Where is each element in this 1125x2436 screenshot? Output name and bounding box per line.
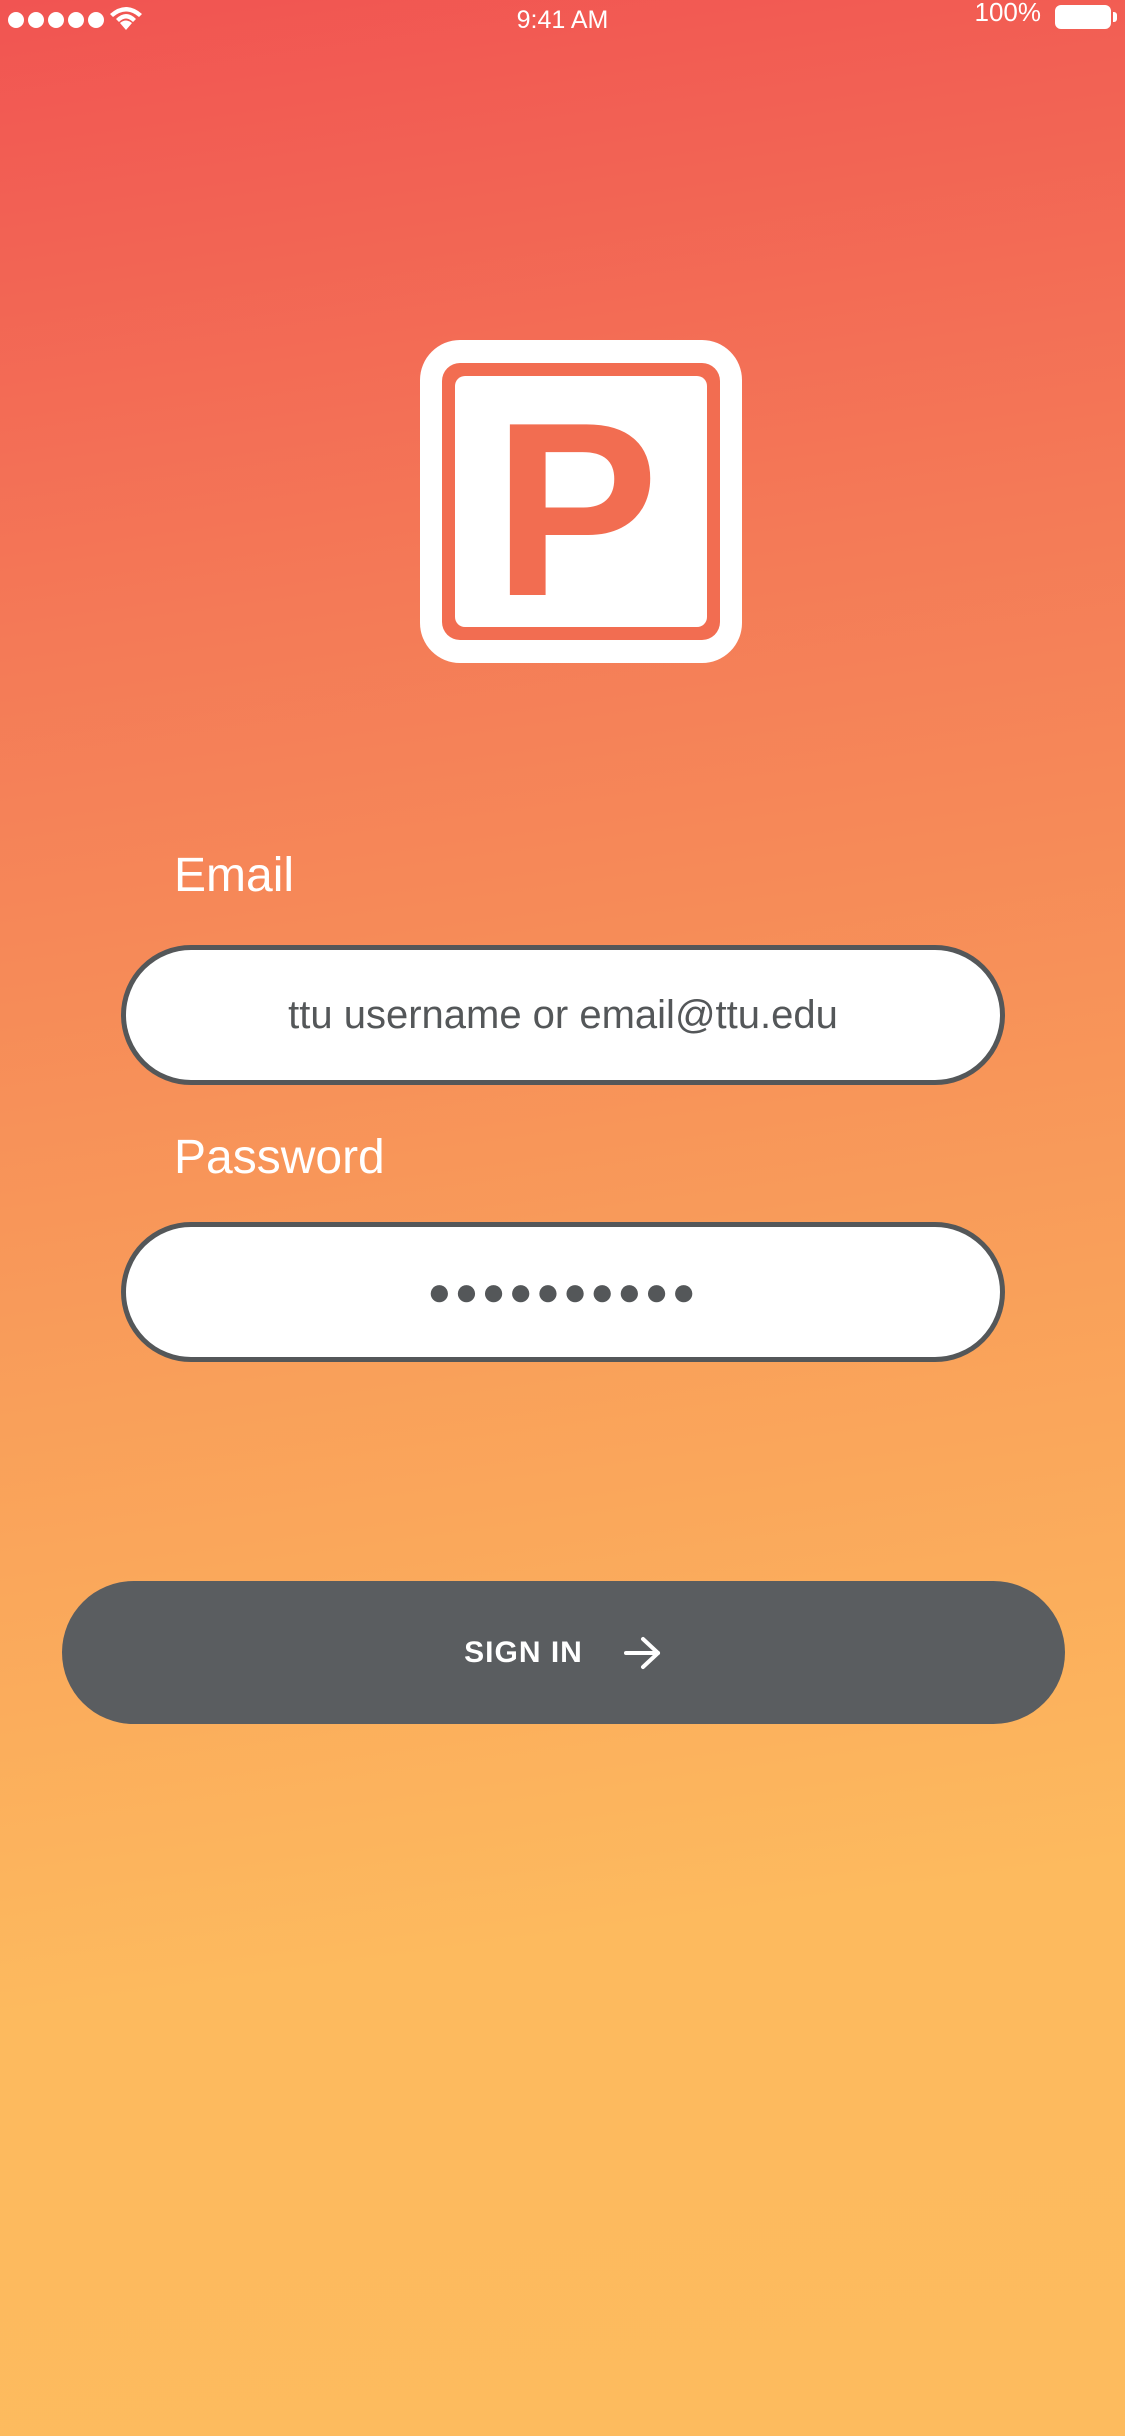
battery-icon xyxy=(1055,5,1117,29)
logo-letter: P xyxy=(493,370,658,648)
sign-in-button[interactable]: SIGN IN xyxy=(62,1581,1065,1724)
status-time: 9:41 AM xyxy=(516,6,609,34)
battery-percent: 100% xyxy=(974,0,1042,27)
status-bar: 9:41 AM 100% xyxy=(0,0,1125,44)
parking-p-icon: P xyxy=(420,340,742,663)
email-field[interactable]: ttu username or email@ttu.edu xyxy=(121,945,1005,1085)
password-field[interactable]: ●●●●●●●●●● xyxy=(121,1222,1005,1362)
password-label: Password xyxy=(174,1131,385,1184)
password-field-value: ●●●●●●●●●● xyxy=(427,1269,699,1314)
email-label: Email xyxy=(174,849,295,902)
sign-in-label: SIGN IN xyxy=(464,1635,583,1669)
email-field-value: ttu username or email@ttu.edu xyxy=(288,992,838,1037)
arrow-right-icon xyxy=(623,1636,660,1669)
